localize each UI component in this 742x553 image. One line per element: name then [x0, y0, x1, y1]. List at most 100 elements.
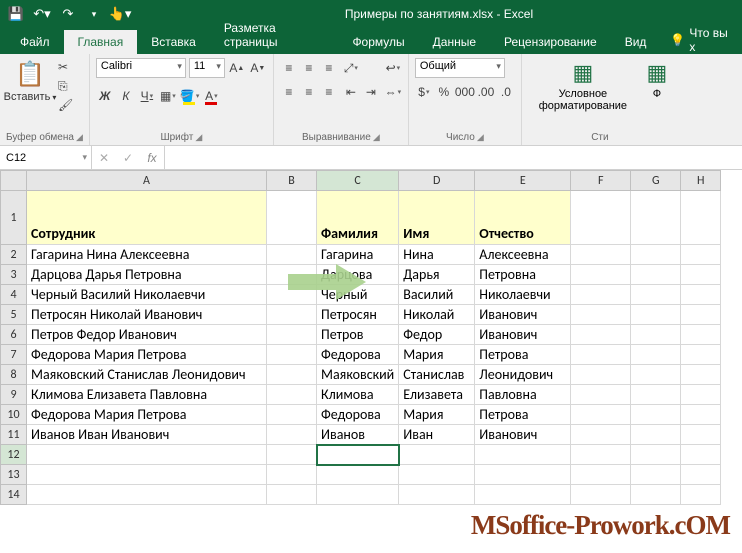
cell-F5[interactable] — [571, 305, 631, 325]
cell-A14[interactable] — [27, 485, 267, 505]
cell-E2[interactable]: Алексеевна — [475, 245, 571, 265]
cell-E6[interactable]: Иванович — [475, 325, 571, 345]
save-icon[interactable]: 💾 — [4, 3, 28, 25]
cell-G10[interactable] — [631, 405, 681, 425]
row-header-14[interactable]: 14 — [1, 485, 27, 505]
tab-home[interactable]: Главная — [64, 30, 138, 54]
cell-D9[interactable]: Елизавета — [399, 385, 475, 405]
row-header-8[interactable]: 8 — [1, 365, 27, 385]
formula-input[interactable] — [165, 146, 742, 169]
cell-E4[interactable]: Николаевчи — [475, 285, 571, 305]
redo-icon[interactable]: ↷ — [56, 3, 80, 25]
cell-H7[interactable] — [681, 345, 721, 365]
cell-E3[interactable]: Петровна — [475, 265, 571, 285]
italic-button[interactable]: К — [117, 86, 135, 106]
cell-F7[interactable] — [571, 345, 631, 365]
grow-font-icon[interactable]: A▲ — [228, 58, 246, 78]
name-box[interactable]: C12 — [0, 146, 92, 169]
currency-icon[interactable]: $ — [415, 82, 433, 102]
cell-D4[interactable]: Василий — [399, 285, 475, 305]
select-all-corner[interactable] — [1, 171, 27, 191]
tab-view[interactable]: Вид — [611, 30, 661, 54]
cell-A3[interactable]: Дарцова Дарья Петровна — [27, 265, 267, 285]
cell-B13[interactable] — [267, 465, 317, 485]
cell-B2[interactable] — [267, 245, 317, 265]
row-header-7[interactable]: 7 — [1, 345, 27, 365]
cell-E13[interactable] — [475, 465, 571, 485]
cell-F8[interactable] — [571, 365, 631, 385]
cell-C13[interactable] — [317, 465, 399, 485]
row-header-2[interactable]: 2 — [1, 245, 27, 265]
row-header-12[interactable]: 12 — [1, 445, 27, 465]
tab-insert[interactable]: Вставка — [137, 30, 210, 54]
row-header-9[interactable]: 9 — [1, 385, 27, 405]
cell-B8[interactable] — [267, 365, 317, 385]
comma-icon[interactable]: 000 — [455, 82, 475, 102]
cell-F3[interactable] — [571, 265, 631, 285]
row-header-6[interactable]: 6 — [1, 325, 27, 345]
cell-F2[interactable] — [571, 245, 631, 265]
cell-H13[interactable] — [681, 465, 721, 485]
cell-A10[interactable]: Федорова Мария Петрова — [27, 405, 267, 425]
cell-E12[interactable] — [475, 445, 571, 465]
align-right-icon[interactable]: ≡ — [320, 82, 338, 102]
col-header-D[interactable]: D — [399, 171, 475, 191]
copy-icon[interactable]: ⎘ — [58, 79, 76, 95]
cell-B4[interactable] — [267, 285, 317, 305]
cell-C9[interactable]: Климова — [317, 385, 399, 405]
cell-A2[interactable]: Гагарина Нина Алексеевна — [27, 245, 267, 265]
cell-E10[interactable]: Петрова — [475, 405, 571, 425]
row-header-1[interactable]: 1 — [1, 191, 27, 245]
font-color-button[interactable]: A — [202, 86, 220, 106]
cell-C4[interactable]: Черный — [317, 285, 399, 305]
cell-D1[interactable]: Имя — [399, 191, 475, 245]
cell-G9[interactable] — [631, 385, 681, 405]
increase-decimal-icon[interactable]: .00 — [477, 82, 495, 102]
bold-button[interactable]: Ж — [96, 86, 114, 106]
cell-C2[interactable]: Гагарина — [317, 245, 399, 265]
cell-H5[interactable] — [681, 305, 721, 325]
align-left-icon[interactable]: ≡ — [280, 82, 298, 102]
cell-F6[interactable] — [571, 325, 631, 345]
row-header-11[interactable]: 11 — [1, 425, 27, 445]
cell-F13[interactable] — [571, 465, 631, 485]
cell-D6[interactable]: Федор — [399, 325, 475, 345]
merge-center-icon[interactable]: ⇔ — [384, 82, 402, 102]
cell-F9[interactable] — [571, 385, 631, 405]
align-top-icon[interactable]: ≡ — [280, 58, 298, 78]
cell-H9[interactable] — [681, 385, 721, 405]
align-center-icon[interactable]: ≡ — [300, 82, 318, 102]
cell-E5[interactable]: Иванович — [475, 305, 571, 325]
cell-H11[interactable] — [681, 425, 721, 445]
cell-E7[interactable]: Петрова — [475, 345, 571, 365]
cell-A7[interactable]: Федорова Мария Петрова — [27, 345, 267, 365]
cell-A1[interactable]: Сотрудник — [27, 191, 267, 245]
cell-B7[interactable] — [267, 345, 317, 365]
cell-A4[interactable]: Черный Василий Николаевчи — [27, 285, 267, 305]
cell-F10[interactable] — [571, 405, 631, 425]
col-header-A[interactable]: A — [27, 171, 267, 191]
col-header-C[interactable]: C — [317, 171, 399, 191]
cell-B11[interactable] — [267, 425, 317, 445]
cell-H14[interactable] — [681, 485, 721, 505]
col-header-E[interactable]: E — [475, 171, 571, 191]
cell-B1[interactable] — [267, 191, 317, 245]
qat-more-icon[interactable]: ▾ — [82, 3, 106, 25]
format-painter-icon[interactable]: 🖌 — [58, 98, 76, 114]
cell-C10[interactable]: Федорова — [317, 405, 399, 425]
tab-formulas[interactable]: Формулы — [338, 30, 418, 54]
col-header-B[interactable]: B — [267, 171, 317, 191]
cell-B10[interactable] — [267, 405, 317, 425]
cell-F1[interactable] — [571, 191, 631, 245]
cell-G4[interactable] — [631, 285, 681, 305]
cell-C8[interactable]: Маяковский — [317, 365, 399, 385]
cell-F4[interactable] — [571, 285, 631, 305]
cell-H3[interactable] — [681, 265, 721, 285]
align-middle-icon[interactable]: ≡ — [300, 58, 318, 78]
cell-G11[interactable] — [631, 425, 681, 445]
cell-G5[interactable] — [631, 305, 681, 325]
dialog-launcher-icon[interactable]: ◢ — [195, 132, 202, 142]
tab-data[interactable]: Данные — [419, 30, 490, 54]
cancel-icon[interactable]: ✕ — [92, 151, 116, 165]
dialog-launcher-icon[interactable]: ◢ — [76, 132, 83, 142]
